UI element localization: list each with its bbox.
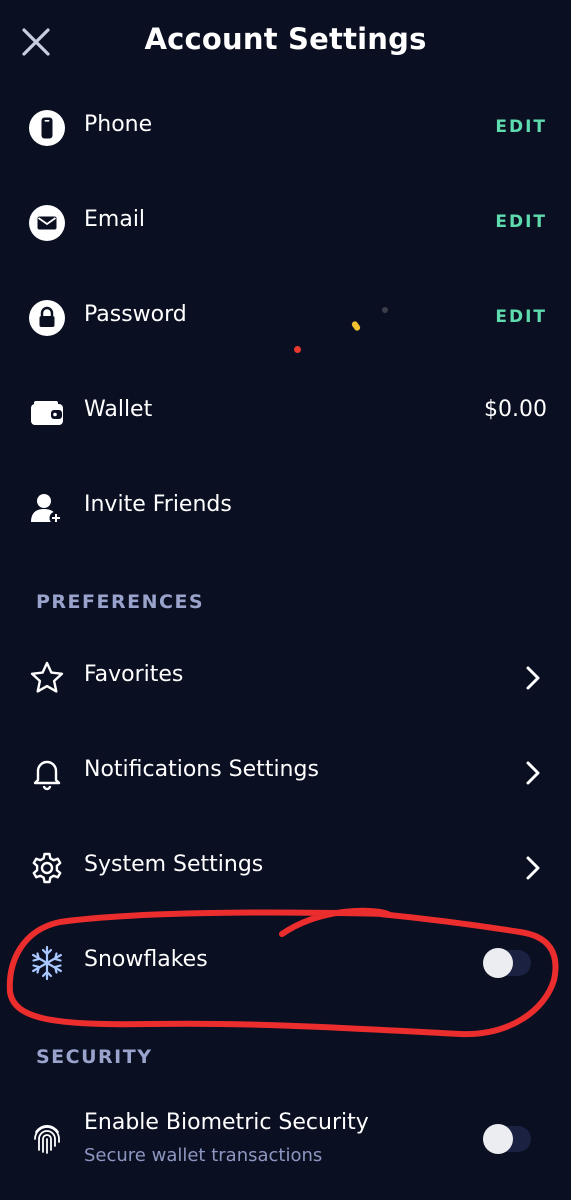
wallet-label: Wallet	[84, 397, 153, 422]
preferences-row-favorites[interactable]: Favorites	[0, 643, 571, 713]
account-row-wallet[interactable]: Wallet $0.00	[0, 378, 571, 448]
system-settings-label: System Settings	[84, 852, 264, 877]
section-header-preferences: PREFERENCES	[36, 591, 205, 613]
add-user-icon	[31, 494, 63, 525]
envelope-icon	[29, 205, 65, 241]
email-edit-button[interactable]: EDIT	[495, 212, 547, 232]
wallet-balance: $0.00	[484, 397, 547, 422]
star-icon	[30, 661, 64, 693]
preferences-row-notifications[interactable]: Notifications Settings	[0, 738, 571, 808]
snowflakes-label: Snowflakes	[84, 947, 208, 972]
phone-icon	[29, 110, 65, 146]
page-title: Account Settings	[144, 22, 427, 56]
fingerprint-icon	[34, 1125, 60, 1154]
lock-icon	[29, 300, 65, 336]
notifications-settings-label: Notifications Settings	[84, 757, 319, 782]
chevron-right-icon	[526, 666, 540, 690]
password-label: Password	[84, 302, 187, 327]
bell-icon	[33, 760, 61, 791]
biometric-label: Enable Biometric Security	[84, 1110, 369, 1135]
section-header-security: SECURITY	[36, 1046, 153, 1068]
password-edit-button[interactable]: EDIT	[495, 307, 547, 327]
top-bar: Account Settings	[0, 0, 571, 86]
account-row-email[interactable]: Email EDIT	[0, 188, 571, 258]
wallet-icon	[31, 401, 63, 425]
chevron-right-icon	[526, 856, 540, 880]
snowflake-icon	[32, 945, 62, 981]
invite-friends-label: Invite Friends	[84, 492, 232, 517]
snowflakes-toggle[interactable]	[483, 948, 531, 978]
biometric-sublabel: Secure wallet transactions	[84, 1145, 323, 1166]
preferences-row-system-settings[interactable]: System Settings	[0, 833, 571, 903]
account-row-invite-friends[interactable]: Invite Friends	[0, 473, 571, 543]
toggle-knob	[483, 1124, 513, 1154]
gear-icon	[32, 852, 62, 884]
account-row-password[interactable]: Password EDIT	[0, 283, 571, 353]
preferences-row-snowflakes[interactable]: Snowflakes	[0, 928, 571, 998]
favorites-label: Favorites	[84, 662, 184, 687]
toggle-knob	[483, 948, 513, 978]
biometric-toggle[interactable]	[483, 1124, 531, 1154]
email-label: Email	[84, 207, 146, 232]
phone-edit-button[interactable]: EDIT	[495, 117, 547, 137]
chevron-right-icon	[526, 761, 540, 785]
phone-label: Phone	[84, 112, 153, 137]
security-row-biometric[interactable]: Enable Biometric Security Secure wallet …	[0, 1098, 571, 1178]
account-row-phone[interactable]: Phone EDIT	[0, 93, 571, 163]
